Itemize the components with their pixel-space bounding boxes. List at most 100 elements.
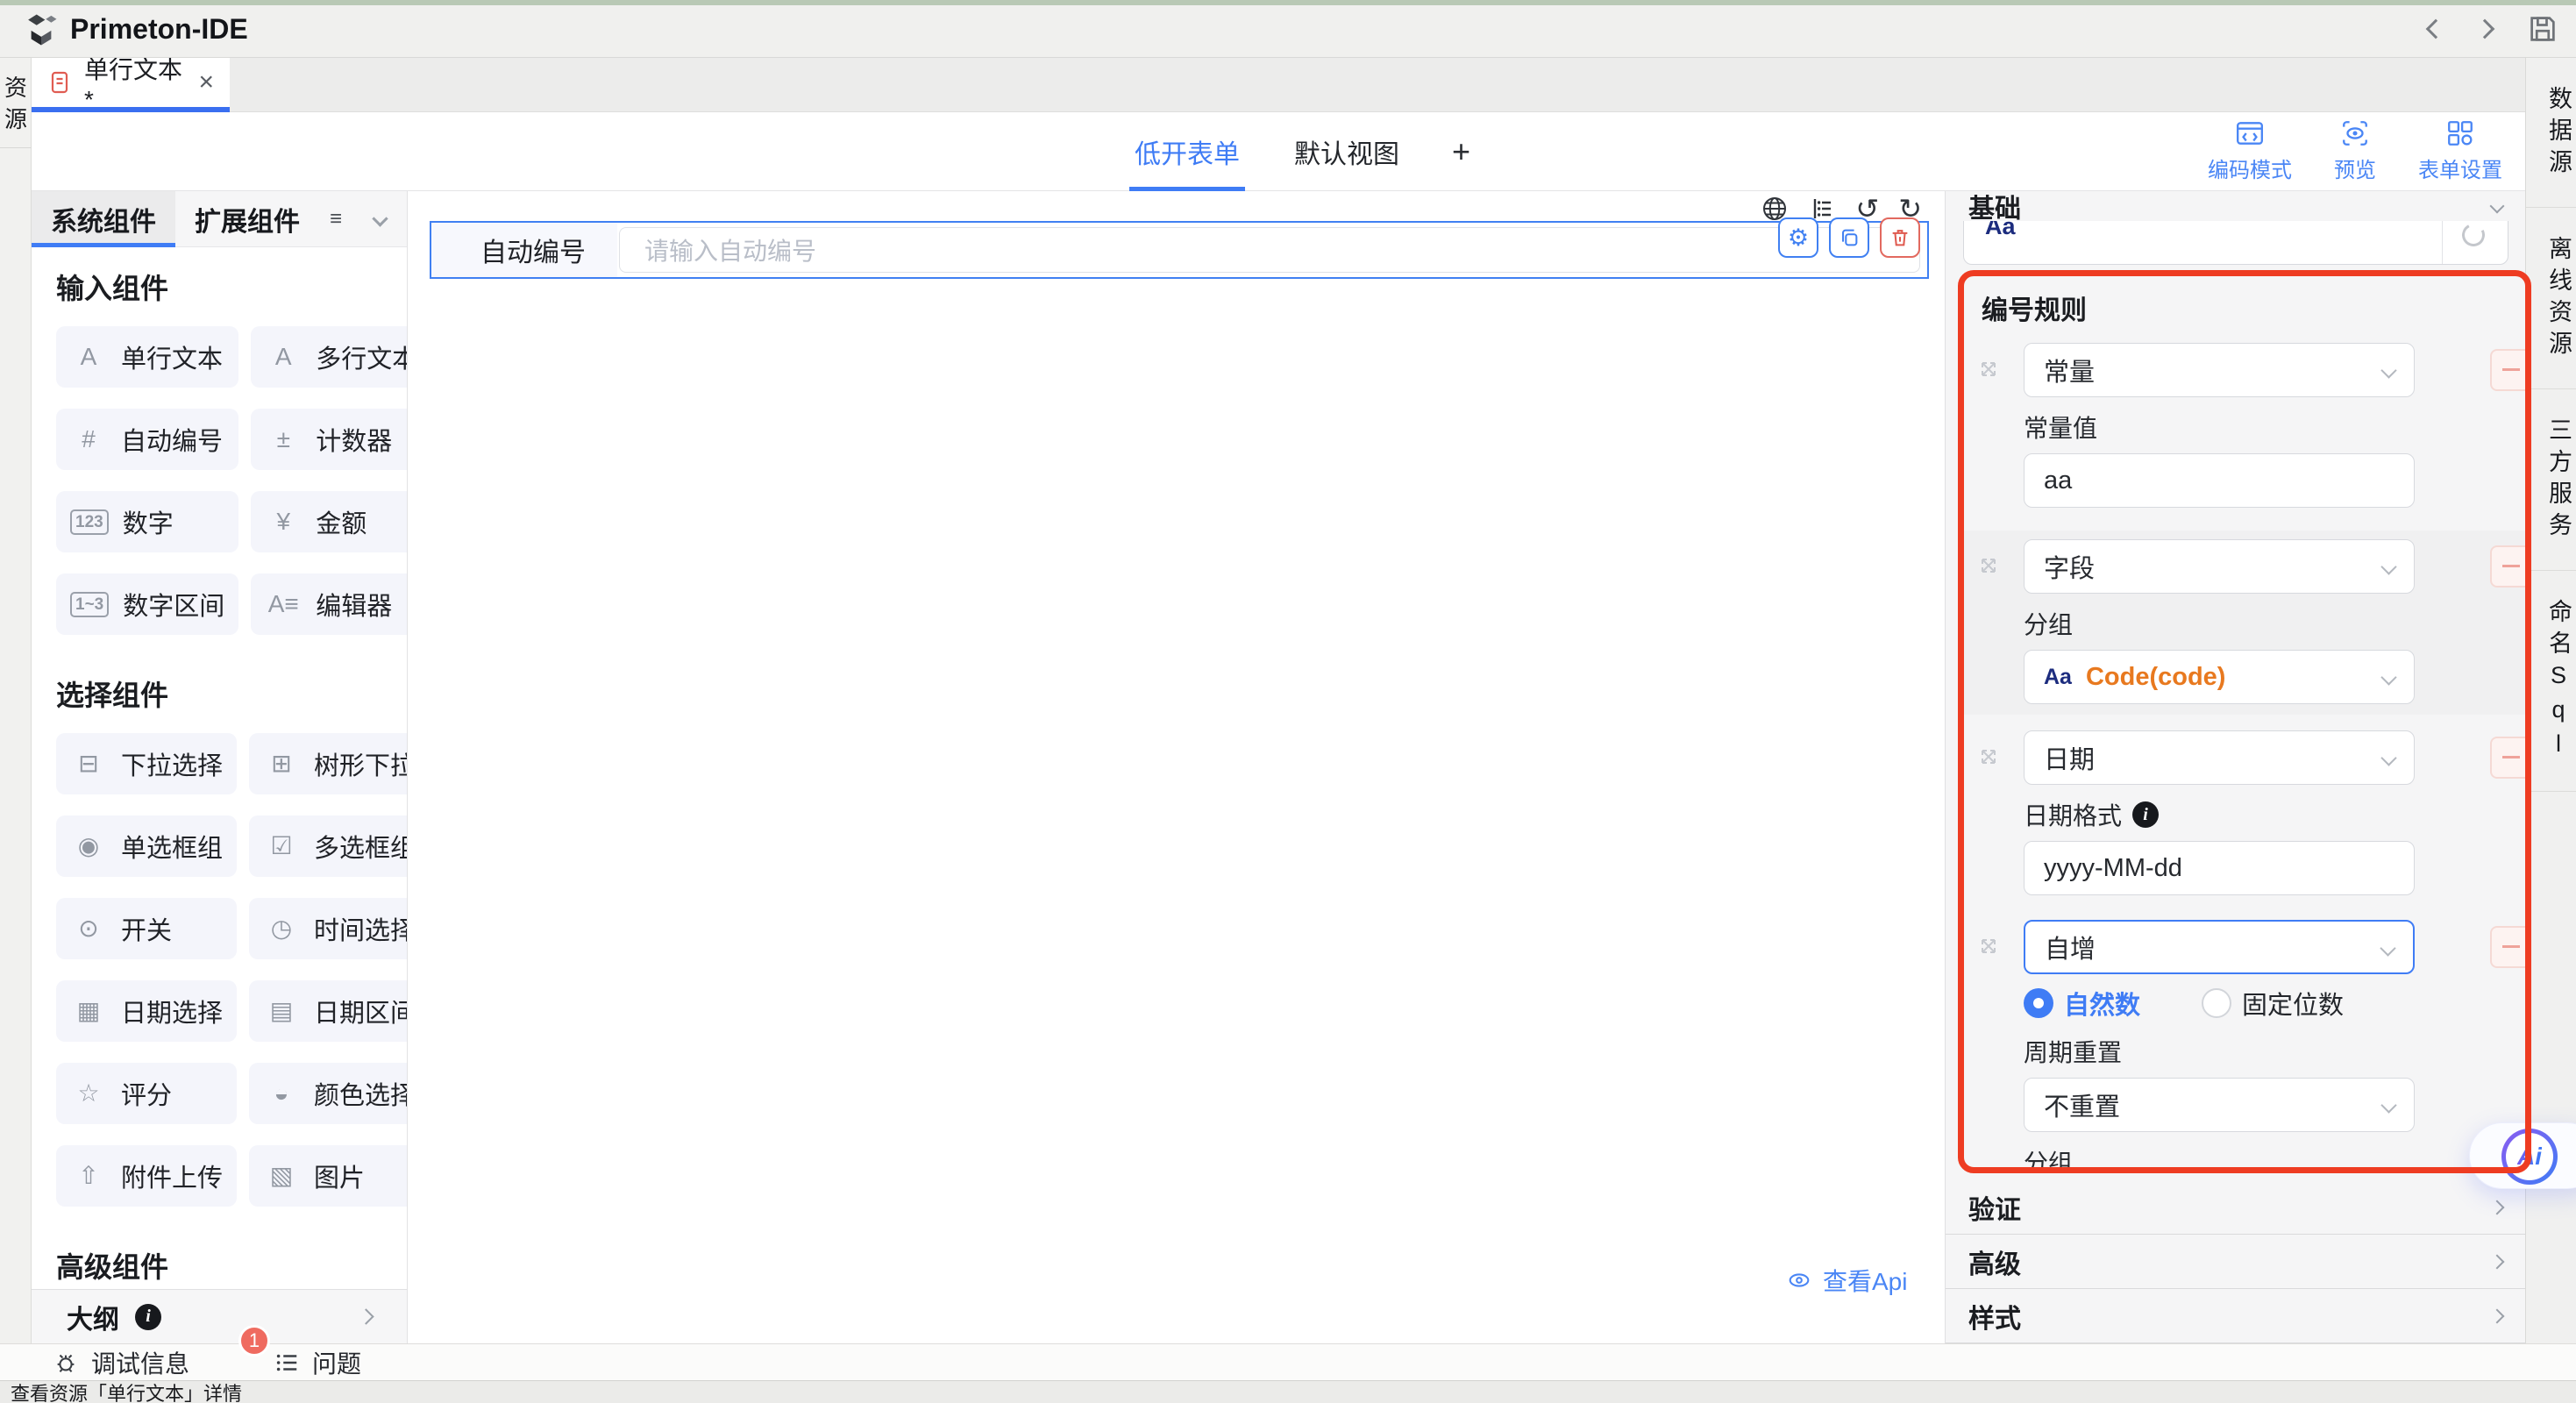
partial-glyph-icon[interactable] — [2459, 221, 2488, 250]
palette-item[interactable]: ⊟下拉选择 — [56, 733, 237, 794]
header-action-1[interactable]: 编码模式 — [2208, 118, 2292, 183]
palette-item[interactable]: ▤日期区间 — [249, 980, 407, 1042]
section-validation[interactable]: 验证 — [1946, 1180, 2525, 1235]
delete-button[interactable] — [1880, 217, 1920, 258]
rule-type-select[interactable]: 常量 — [2024, 343, 2415, 397]
rule-group-2: 字段分组AaCode(code) — [1964, 531, 2525, 715]
palette-item[interactable]: ¥金额 — [251, 491, 407, 552]
time-picker-icon: ◷ — [263, 916, 300, 941]
palette-item[interactable]: 1~3数字区间 — [56, 573, 238, 635]
drag-handle-icon[interactable] — [1976, 357, 2001, 381]
rule-field-input[interactable]: yyyy-MM-dd — [2024, 841, 2415, 895]
settings-button[interactable]: ⚙ — [1778, 217, 1818, 258]
palette-item[interactable]: ☑多选框组 — [249, 815, 407, 877]
drag-handle-icon[interactable] — [1976, 553, 2001, 578]
section-advanced[interactable]: 高级 — [1946, 1235, 2525, 1289]
problems-count-badge: 1 — [238, 1325, 270, 1357]
outline-info-icon[interactable]: i — [135, 1304, 161, 1330]
header-action-3[interactable]: 表单设置 — [2418, 118, 2502, 183]
palette-item-label: 颜色选择 — [314, 1075, 407, 1112]
rule-field-select[interactable]: AaCode(code) — [2024, 650, 2415, 704]
palette-item[interactable]: ±计数器 — [251, 409, 407, 470]
palette-collapse-chevron-icon[interactable] — [372, 210, 388, 226]
right-rail-tab-3[interactable]: 三方服务 — [2526, 389, 2576, 571]
view-api-label: 查看Api — [1823, 1263, 1907, 1298]
right-rail-tab-4[interactable]: 命名Sql — [2526, 571, 2576, 792]
back-arrow-icon[interactable] — [2426, 19, 2446, 39]
sidebar-tab-resources[interactable]: 资源 — [0, 58, 32, 148]
rule-field-select[interactable]: 不重置 — [2024, 1078, 2415, 1132]
radio-icon[interactable] — [2024, 988, 2053, 1018]
add-view-tab-button[interactable]: + — [1452, 112, 1470, 191]
palette-item[interactable]: ◒颜色选择 — [249, 1063, 407, 1124]
palette-item[interactable]: ☆评分 — [56, 1063, 237, 1124]
section-style[interactable]: 样式 — [1946, 1289, 2525, 1343]
palette-item-label: 多选框组 — [314, 828, 407, 865]
palette-item[interactable]: ⇧附件上传 — [56, 1145, 237, 1207]
debug-info-button[interactable]: 调试信息 — [53, 1345, 189, 1380]
remove-rule-button[interactable] — [2490, 926, 2531, 968]
palette-item[interactable]: A多行文本 — [251, 326, 407, 388]
rule-field-label-text: 常量值 — [2024, 410, 2097, 445]
rule-type-select[interactable]: 字段 — [2024, 539, 2415, 594]
header-action-2[interactable]: 预览 — [2334, 118, 2376, 183]
rule-field-input[interactable]: aa — [2024, 453, 2415, 508]
copy-button[interactable] — [1829, 217, 1869, 258]
palette-item[interactable]: ◷时间选择 — [249, 898, 407, 959]
view-api-link[interactable]: 查看Api — [1786, 1263, 1907, 1298]
tab-system-components[interactable]: 系统组件 — [32, 191, 175, 246]
rule-group-4: 自增自然数固定位数周期重置不重置分组 — [1964, 920, 2525, 1173]
section-basic[interactable]: 基础 — [1946, 191, 2525, 221]
rule-type-select[interactable]: 日期 — [2024, 730, 2415, 785]
drag-handle-icon[interactable] — [1976, 934, 2001, 958]
right-rail-tab-2[interactable]: 离线资源 — [2526, 208, 2576, 389]
info-icon[interactable]: i — [2132, 801, 2159, 828]
remove-rule-button[interactable] — [2490, 349, 2531, 391]
status-text: 查看资源「单行文本」详情 — [11, 1378, 242, 1403]
radio-option[interactable]: 自然数 — [2024, 985, 2140, 1022]
palette-menu-icon[interactable]: ≡ — [330, 207, 342, 231]
radio-icon[interactable] — [2202, 988, 2231, 1018]
remove-rule-button[interactable] — [2490, 545, 2531, 588]
outline-bar[interactable]: 大纲 i — [32, 1289, 408, 1343]
text-multi-icon: A — [265, 345, 302, 369]
palette-item[interactable]: ◉单选框组 — [56, 815, 237, 877]
rule-field-value: yyyy-MM-dd — [2044, 854, 2182, 883]
palette-item-label: 金额 — [316, 503, 366, 540]
chevron-down-icon — [2380, 669, 2396, 685]
palette-item[interactable]: ⊞树形下拉 — [249, 733, 407, 794]
view-tab-2[interactable]: 默认视图 — [1292, 112, 1401, 191]
rule-type-value: 字段 — [2044, 548, 2095, 585]
collapse-chevron-icon[interactable] — [2490, 199, 2505, 214]
palette-item[interactable]: 123数字 — [56, 491, 238, 552]
rule-type-select[interactable]: 自增 — [2024, 920, 2415, 974]
palette-item[interactable]: A单行文本 — [56, 326, 238, 388]
rule-field-control: 不重置 — [2024, 1078, 2415, 1132]
tab-extension-components[interactable]: 扩展组件 — [175, 191, 319, 246]
number-range-icon: 1~3 — [70, 592, 109, 617]
palette-item[interactable]: ▧图片 — [249, 1145, 407, 1207]
radio-option[interactable]: 固定位数 — [2202, 985, 2344, 1022]
drag-handle-icon[interactable] — [1976, 744, 2001, 769]
document-tab[interactable]: 单行文本* × — [32, 58, 230, 107]
palette-item[interactable]: ⊙开关 — [56, 898, 237, 959]
palette-item[interactable]: ▦日期选择 — [56, 980, 237, 1042]
save-icon[interactable] — [2527, 13, 2558, 45]
rule-field-control: AaCode(code) — [2024, 650, 2415, 704]
forward-arrow-icon[interactable] — [2475, 19, 2495, 39]
outline-expand-chevron-icon[interactable] — [358, 1308, 374, 1324]
palette-item[interactable]: A≡编辑器 — [251, 573, 407, 635]
status-bar: 查看资源「单行文本」详情 — [0, 1380, 2576, 1403]
remove-rule-button[interactable] — [2490, 737, 2531, 779]
rule-field-value: aa — [2044, 466, 2072, 495]
palette-item[interactable]: #自动编号 — [56, 409, 238, 470]
problems-button[interactable]: 问题 — [274, 1345, 361, 1380]
expand-chevron-icon — [2490, 1200, 2505, 1214]
view-tab-1[interactable]: 低开表单 — [1133, 112, 1242, 191]
close-tab-icon[interactable]: × — [198, 69, 214, 96]
selected-field-auto-number[interactable]: 自动编号 请输入自动编号 ⚙ — [430, 221, 1929, 279]
field-input[interactable]: 请输入自动编号 — [619, 227, 1920, 273]
editor-icon: A≡ — [265, 592, 302, 616]
right-rail-tab-1[interactable]: 数据源 — [2526, 58, 2576, 208]
eye-icon — [1786, 1267, 1812, 1293]
